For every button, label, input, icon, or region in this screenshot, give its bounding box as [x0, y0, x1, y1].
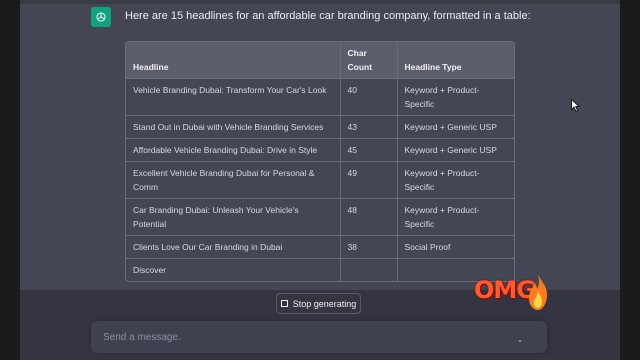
table-header-row: Headline Char Count Headline Type	[126, 42, 514, 79]
table-row: Car Branding Dubai: Unleash Your Vehicle…	[126, 198, 514, 236]
header-char-count: Char Count	[340, 42, 398, 79]
cell-char-count: 43	[340, 115, 398, 139]
cell-char-count: 49	[340, 161, 398, 199]
right-frame	[620, 0, 640, 360]
table-row: Clients Love Our Car Branding in Dubai 3…	[126, 235, 514, 259]
cell-headline: Excellent Vehicle Branding Dubai for Per…	[126, 161, 341, 199]
cell-char-count: 48	[340, 198, 398, 236]
cell-headline: Clients Love Our Car Branding in Dubai	[126, 235, 341, 259]
cell-headline: Vehicle Branding Dubai: Transform Your C…	[126, 78, 341, 116]
cell-type: Keyword + Product-Specific	[397, 78, 514, 116]
cell-headline: Car Branding Dubai: Unleash Your Vehicle…	[126, 198, 341, 236]
table-row: Excellent Vehicle Branding Dubai for Per…	[126, 161, 514, 199]
cell-char-count: 45	[340, 138, 398, 162]
table-row: Stand Out in Dubai with Vehicle Branding…	[126, 115, 514, 139]
omg-sticker: OMG	[474, 276, 536, 304]
assistant-avatar	[91, 7, 111, 27]
headlines-table: Headline Char Count Headline Type Vehicl…	[125, 41, 515, 282]
cell-headline: Discover	[126, 258, 341, 281]
cell-type: Keyword + Product-Specific	[397, 161, 514, 199]
stop-square-icon	[280, 300, 288, 307]
cell-headline: Affordable Vehicle Branding Dubai: Drive…	[126, 138, 341, 162]
previous-message-edge	[20, 0, 620, 4]
header-headline-type: Headline Type	[397, 42, 514, 79]
table-row: Vehicle Branding Dubai: Transform Your C…	[126, 78, 514, 116]
stop-generating-label: Stop generating	[292, 298, 357, 309]
cell-type: Keyword + Generic USP	[397, 138, 514, 162]
cell-type: Keyword + Product-Specific	[397, 198, 514, 236]
cell-char-count: 40	[340, 78, 398, 116]
openai-logo-icon	[96, 12, 106, 22]
message-composer	[91, 321, 547, 353]
message-input[interactable]	[101, 330, 505, 344]
send-icon[interactable]	[519, 340, 521, 342]
table-row: Discover	[126, 258, 514, 281]
table-row: Affordable Vehicle Branding Dubai: Drive…	[126, 138, 514, 162]
fire-emoji-icon	[529, 274, 548, 310]
cell-type: Keyword + Generic USP	[397, 115, 514, 139]
mouse-cursor-icon	[571, 99, 580, 112]
stop-generating-button[interactable]: Stop generating	[276, 293, 361, 314]
header-headline: Headline	[126, 42, 341, 79]
cell-type: Social Proof	[397, 235, 514, 259]
cell-char-count	[340, 258, 398, 281]
assistant-intro-text: Here are 15 headlines for an affordable …	[125, 10, 531, 22]
cell-char-count: 38	[340, 235, 398, 259]
cell-headline: Stand Out in Dubai with Vehicle Branding…	[126, 115, 341, 139]
left-frame	[0, 0, 20, 360]
